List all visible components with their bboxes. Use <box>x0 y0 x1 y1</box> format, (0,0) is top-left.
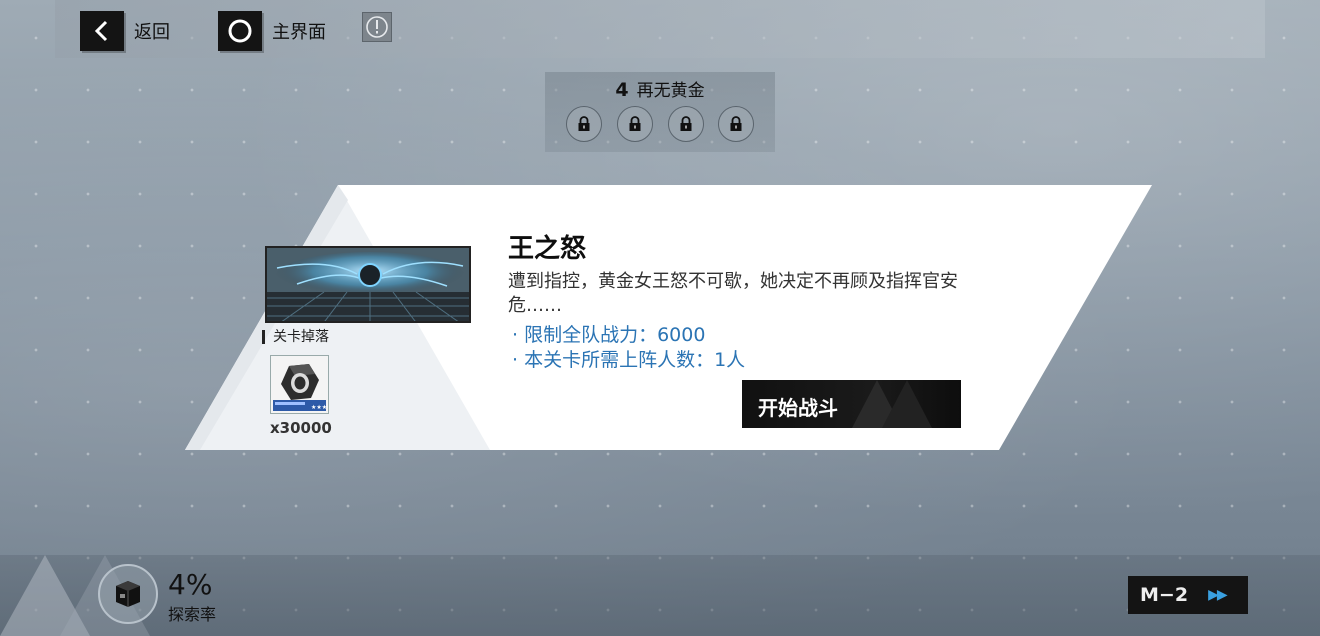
hex-nut-icon: ★★★ <box>273 364 327 411</box>
exploration-indicator[interactable] <box>98 564 158 624</box>
stage-card <box>185 185 1152 450</box>
svg-text:★★★: ★★★ <box>311 404 327 411</box>
requirement-power: · 限制全队战力：6000 <box>512 324 706 346</box>
stage-name: 王之怒 <box>508 234 587 264</box>
start-battle-button[interactable]: 开始战斗 <box>742 380 961 428</box>
fast-forward-icon: ▶▶ <box>1208 587 1227 603</box>
drop-quantity: x30000 <box>270 419 332 437</box>
start-battle-label: 开始战斗 <box>758 396 838 420</box>
map-code: M−2 <box>1140 584 1189 606</box>
drop-label: 关卡掉落 <box>262 330 329 344</box>
exploration-label: 探索率 <box>168 605 217 624</box>
requirement-units: · 本关卡所需上阵人数：1人 <box>512 349 746 371</box>
crate-icon <box>116 581 140 607</box>
drop-item-nut[interactable]: ★★★ <box>270 355 329 414</box>
exploration-percent: 4% <box>168 568 213 601</box>
map-next-button[interactable]: M−2 ▶▶ <box>1128 576 1248 614</box>
stage-description: 遭到指控，黄金女王怒不可歇，她决定不再顾及指挥官安危…… <box>508 271 958 316</box>
stage-preview-image <box>265 246 471 323</box>
